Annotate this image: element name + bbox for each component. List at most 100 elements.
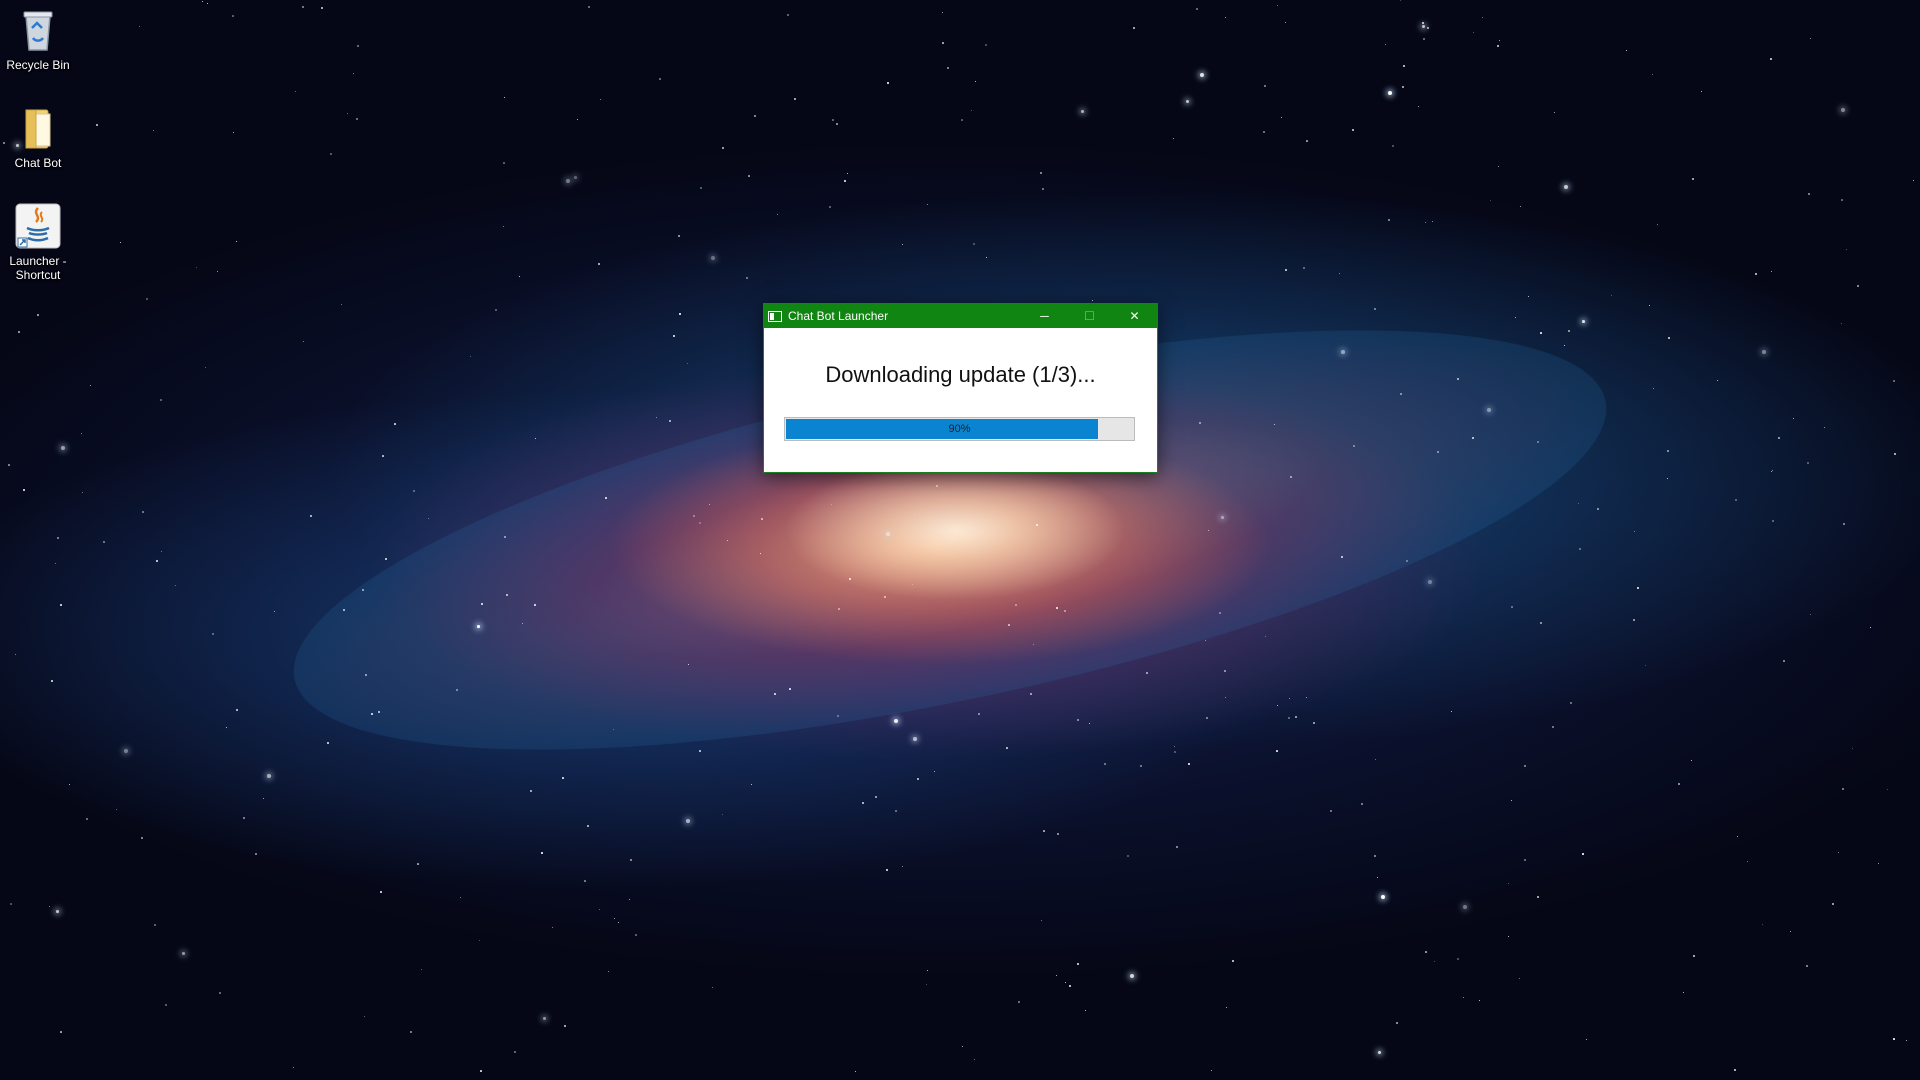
star — [971, 110, 973, 112]
star — [1056, 607, 1058, 609]
star — [1693, 955, 1695, 957]
star — [182, 952, 185, 955]
star — [1893, 1038, 1895, 1040]
star — [687, 363, 689, 365]
star — [175, 585, 177, 587]
star — [236, 241, 238, 243]
star — [1519, 978, 1521, 980]
star — [746, 277, 748, 279]
star — [1378, 1051, 1382, 1055]
star — [895, 810, 898, 813]
star — [69, 784, 71, 786]
star — [659, 78, 661, 80]
star — [519, 276, 521, 278]
star — [456, 689, 459, 692]
star — [1277, 705, 1279, 707]
star — [1303, 267, 1305, 269]
star — [862, 802, 864, 804]
star — [1400, 0, 1402, 2]
star — [1263, 131, 1266, 134]
star — [1043, 830, 1045, 832]
star — [1611, 295, 1613, 297]
star — [1388, 219, 1390, 221]
star — [49, 906, 51, 908]
minimize-button[interactable]: ─ — [1022, 304, 1067, 328]
desktop-icon-chat-bot-folder[interactable]: Chat Bot — [4, 104, 72, 170]
desktop: Recycle Bin Chat Bot Launcher - Shortcut… — [0, 0, 1920, 1080]
star — [321, 7, 323, 9]
star — [410, 1031, 413, 1034]
star — [1174, 746, 1176, 748]
star — [1579, 548, 1581, 550]
star — [470, 356, 472, 358]
star — [293, 1067, 295, 1069]
star — [562, 777, 564, 779]
star — [1388, 91, 1393, 96]
star — [577, 119, 579, 121]
star — [207, 3, 209, 5]
star — [1330, 810, 1333, 813]
star — [630, 859, 632, 861]
star — [37, 314, 39, 316]
star — [1392, 145, 1394, 147]
star — [343, 609, 345, 611]
star — [1040, 172, 1043, 175]
star — [985, 44, 987, 46]
star — [574, 176, 577, 179]
star — [1497, 45, 1500, 48]
star — [1511, 606, 1513, 608]
desktop-icon-recycle-bin[interactable]: Recycle Bin — [4, 6, 72, 72]
star — [787, 14, 789, 16]
star — [1206, 717, 1208, 719]
star — [1422, 22, 1425, 25]
star — [534, 604, 536, 606]
star — [947, 67, 949, 69]
star — [1524, 859, 1527, 862]
star — [1701, 91, 1703, 93]
window-title: Chat Bot Launcher — [788, 309, 889, 323]
desktop-icon-label: Launcher - Shortcut — [9, 254, 67, 282]
star — [421, 969, 423, 971]
star — [1737, 836, 1739, 838]
close-button[interactable]: ✕ — [1112, 304, 1157, 328]
star — [212, 633, 214, 635]
star — [51, 680, 54, 683]
star — [1582, 853, 1584, 855]
star — [1783, 660, 1786, 663]
star — [503, 226, 505, 228]
star — [303, 341, 305, 343]
star — [364, 1016, 366, 1018]
star — [712, 987, 714, 989]
star — [1645, 665, 1647, 667]
star — [82, 492, 84, 494]
star — [936, 485, 938, 487]
star — [1457, 958, 1459, 960]
star — [1637, 587, 1639, 589]
star — [1133, 27, 1135, 29]
star — [1778, 437, 1780, 439]
star — [986, 257, 987, 258]
star — [1762, 924, 1764, 926]
star — [495, 309, 497, 311]
star — [1352, 129, 1355, 132]
star — [942, 42, 944, 44]
star — [1221, 516, 1224, 519]
star — [55, 563, 57, 565]
desktop-icon-launcher-shortcut[interactable]: Launcher - Shortcut — [4, 202, 72, 282]
star — [1652, 74, 1654, 76]
star — [699, 750, 701, 752]
star — [1295, 716, 1297, 718]
star — [599, 909, 601, 911]
star — [353, 73, 355, 75]
star — [1199, 422, 1202, 425]
star — [1717, 380, 1719, 382]
star — [522, 623, 524, 625]
star — [267, 774, 271, 778]
star — [232, 15, 234, 17]
star — [1482, 17, 1484, 19]
star — [146, 298, 149, 301]
star — [1289, 698, 1291, 700]
star — [1276, 750, 1278, 752]
star — [1285, 269, 1288, 272]
window-titlebar[interactable]: Chat Bot Launcher ─ ☐ ✕ — [764, 304, 1157, 328]
